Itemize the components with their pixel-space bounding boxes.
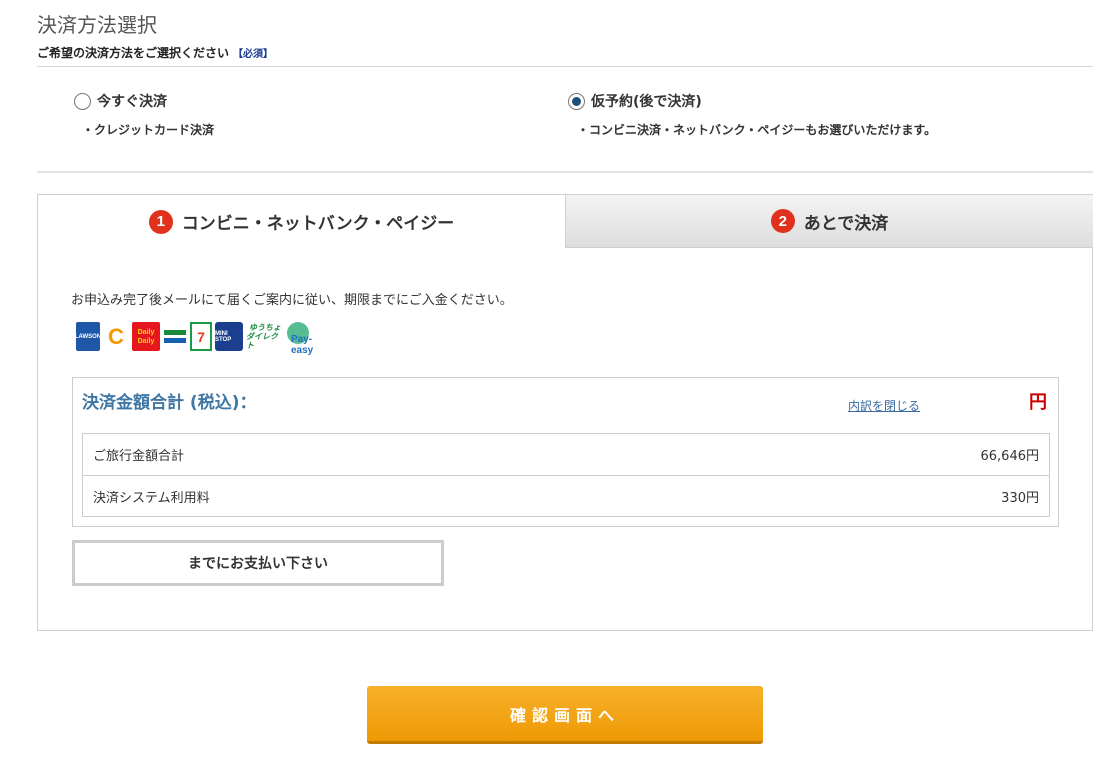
row-value: 66,646円 [980,449,1040,464]
payment-panel: 1 コンビニ・ネットバンク・ペイジー 2 あとで決済 お申込み完了後メールにて届… [37,194,1093,631]
required-badge: 【必須】 [233,49,274,60]
payment-logos: LAWSON C Daily Daily 7 MINI STOP ゆうちょ ダイ… [74,322,329,356]
pay-now-radio[interactable] [74,92,91,110]
section-subtitle: ご希望の決済方法をご選択ください 【必須】 [37,44,273,61]
daily-logo-text: Daily [137,337,155,345]
circle-k-logo-text: C [108,323,124,349]
tab-number-badge: 2 [770,209,795,233]
row-label: ご旅行金額合計 [93,449,185,464]
familymart-logo [163,322,187,351]
summary-title: 決済金額合計 (税込)： [82,393,257,413]
reservation-label: 仮予約(後で決済) [591,94,702,110]
payment-instruction: お申込み完了後メールにて届くご案内に従い、期限までにご入金ください。 [71,293,513,308]
yucho-logo-text: ダイレクト [246,332,278,350]
confirm-button[interactable]: 確認画面へ [367,686,763,744]
row-value: 330円 [1001,490,1039,506]
ministop-logo-text: MINI STOP [215,330,232,343]
pay-now-label: 今すぐ決済 [97,94,167,110]
close-breakdown-link[interactable]: 内訳を閉じる [848,397,920,414]
daily-logo-text: Daily [137,328,155,336]
option-pay-now[interactable]: 今すぐ決済 [74,91,167,111]
seven-eleven-logo-text: 7 [197,328,205,345]
reservation-description: ・コンビニ決済・ネットバンク・ペイジーもお選びいただけます。 [577,123,937,137]
divider [37,66,1093,67]
table-row: 決済システム利用料 330円 [83,475,1049,516]
lawson-logo: LAWSON [74,322,102,351]
row-label: 決済システム利用料 [93,490,210,506]
yucho-logo-text: ゆうちょ [249,323,281,332]
payment-summary: 決済金額合計 (税込)： 内訳を閉じる 円 ご旅行金額合計 66,646円 決済… [72,377,1059,527]
summary-breakdown-table: ご旅行金額合計 66,646円 決済システム利用料 330円 [82,433,1050,517]
familymart-stripe [164,338,186,343]
ministop-logo: MINI STOP [215,322,243,351]
pay-now-description: ・クレジットカード決済 [82,123,215,137]
circle-k-logo: C [103,322,129,351]
payment-deadline: までにお支払い下さい [72,540,444,586]
tab-pay-later[interactable]: 2 あとで決済 [565,195,1093,248]
lawson-logo-text: LAWSON [74,333,102,340]
tab-number-badge: 1 [148,209,173,234]
seven-eleven-logo: 7 [190,322,212,351]
subtitle-text: ご希望の決済方法をご選択ください [37,46,230,60]
yucho-direct-logo: ゆうちょ ダイレクト [246,322,284,351]
summary-total: 円 [1029,392,1047,413]
familymart-stripe [164,330,186,335]
option-reservation[interactable]: 仮予約(後で決済) [568,91,702,111]
tab-label: あとで決済 [803,213,889,234]
daily-yamazaki-logo: Daily Daily [132,322,160,351]
pay-easy-logo: Pay-easy [287,322,329,356]
tab-label: コンビニ・ネットバンク・ペイジー [181,214,455,234]
reservation-radio[interactable] [568,92,585,110]
radio-selected-dot [572,96,581,106]
divider [37,171,1093,173]
tab-convenience-netbank-payeasy[interactable]: 1 コンビニ・ネットバンク・ペイジー [38,195,565,248]
pay-easy-logo-text: Pay-easy [291,333,314,356]
table-row: ご旅行金額合計 66,646円 [83,434,1049,475]
page-title: 決済方法選択 [37,13,157,37]
